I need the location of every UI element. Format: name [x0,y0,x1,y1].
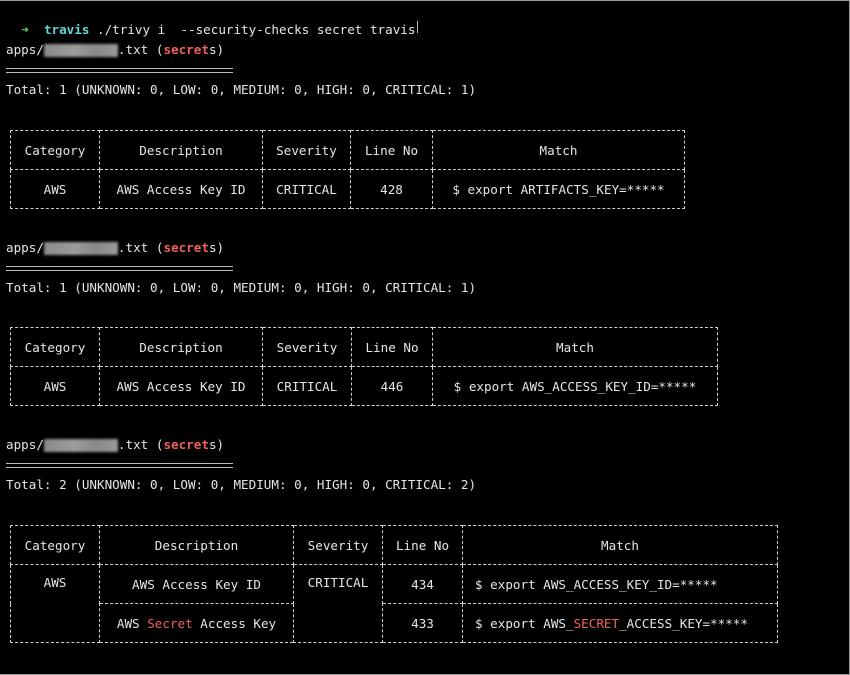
column-header-match: Match [462,525,778,565]
cell-line-no: 434 [382,564,463,604]
result-total: Total: 1 (UNKNOWN: 0, LOW: 0, MEDIUM: 0,… [6,280,477,295]
description-post: Access Key [192,615,277,631]
table-row: AWS AWS Access Key ID CRITICAL 428 $ exp… [10,169,685,209]
cell-category: AWS [10,564,100,643]
cell-description: AWS Access Key ID [99,564,294,604]
table-header-row: Category Description Severity Line No Ma… [10,327,718,367]
target-type-highlight: secret [163,42,209,57]
target-type-rest: s [208,437,217,452]
cell-line-no: 433 [382,603,463,643]
cell-line-no: 428 [350,169,433,209]
cell-line-no: 446 [351,366,433,406]
cell-description: AWS Access Key ID [99,169,263,209]
table-row: AWS Secret Access Key 433 $ export AWS_S… [11,603,778,643]
cell-description: AWS Access Key ID [99,366,263,406]
target-path-prefix: apps/ [6,42,44,57]
target-type-rest: s [208,240,217,255]
secrets-table: Category Description Severity Line No Ma… [10,130,685,209]
heading-underline [6,463,233,468]
result-target-line: apps/ .txt (secrets) [6,436,224,454]
table-row: AWS AWS Access Key ID CRITICAL 446 $ exp… [10,366,718,406]
cell-match: $ export AWS_SECRET_ACCESS_KEY=***** [462,603,778,643]
cell-description: AWS Secret Access Key [99,603,294,643]
target-type-close: ) [216,437,225,452]
redacted-filename [43,439,118,452]
column-header-match: Match [432,130,685,170]
target-type-open: ( [148,240,164,255]
column-header-line-no: Line No [351,327,433,367]
text-cursor [417,21,419,33]
cell-category: AWS [10,169,100,209]
table-row: AWS AWS Access Key ID CRITICAL 434 $ exp… [10,564,778,643]
target-type-close: ) [216,240,225,255]
match-pre: $ export AWS_ [475,615,574,631]
column-header-line-no: Line No [350,130,433,170]
target-path-suffix: .txt [117,42,149,57]
column-header-description: Description [99,525,294,565]
secrets-table: Category Description Severity Line No Ma… [10,525,778,643]
target-type-rest: s [208,42,217,57]
column-header-category: Category [10,525,100,565]
cell-match: $ export ARTIFACTS_KEY=***** [432,169,685,209]
table-header-row: Category Description Severity Line No Ma… [10,525,778,565]
cell-match: $ export AWS_ACCESS_KEY_ID=***** [462,564,778,604]
cell-match: $ export AWS_ACCESS_KEY_ID=***** [432,366,718,406]
column-header-line-no: Line No [382,525,463,565]
cell-severity: CRITICAL [262,169,351,209]
column-header-severity: Severity [262,130,351,170]
cell-severity: CRITICAL [262,366,352,406]
cell-category: AWS [10,366,100,406]
column-header-description: Description [99,130,263,170]
match-post: _ACCESS_KEY=***** [619,615,748,631]
prompt-cwd: travis [43,22,90,37]
target-path-suffix: .txt [117,240,149,255]
secrets-table: Category Description Severity Line No Ma… [10,327,718,406]
result-total: Total: 2 (UNKNOWN: 0, LOW: 0, MEDIUM: 0,… [6,477,477,492]
result-target-line: apps/ .txt (secrets) [6,239,224,257]
column-header-severity: Severity [262,327,352,367]
prompt-arrow-icon: ➜ [21,22,29,37]
column-header-description: Description [99,327,263,367]
target-path-prefix: apps/ [6,240,44,255]
heading-underline [6,68,233,73]
column-header-category: Category [10,327,100,367]
target-type-open: ( [148,42,164,57]
target-path-suffix: .txt [117,437,149,452]
target-path-prefix: apps/ [6,437,44,452]
target-type-highlight: secret [163,240,209,255]
result-target-line: apps/ .txt (secrets) [6,41,224,59]
command-prompt-line: ➜ travis ./trivy i --security-checks sec… [6,3,419,39]
column-header-match: Match [432,327,718,367]
description-pre: AWS [116,615,148,631]
heading-underline [6,266,233,271]
result-total: Total: 1 (UNKNOWN: 0, LOW: 0, MEDIUM: 0,… [6,82,477,97]
command-text: ./trivy i --security-checks secret travi… [89,22,416,37]
cell-severity: CRITICAL [293,564,383,643]
target-type-open: ( [148,437,164,452]
column-header-category: Category [10,130,100,170]
redacted-filename [43,44,118,57]
target-type-highlight: secret [163,437,209,452]
table-header-row: Category Description Severity Line No Ma… [10,130,685,170]
match-highlight: SECRET [573,615,620,631]
target-type-close: ) [216,42,225,57]
redacted-filename [43,242,118,255]
description-highlight: Secret [147,615,193,631]
column-header-severity: Severity [293,525,383,565]
